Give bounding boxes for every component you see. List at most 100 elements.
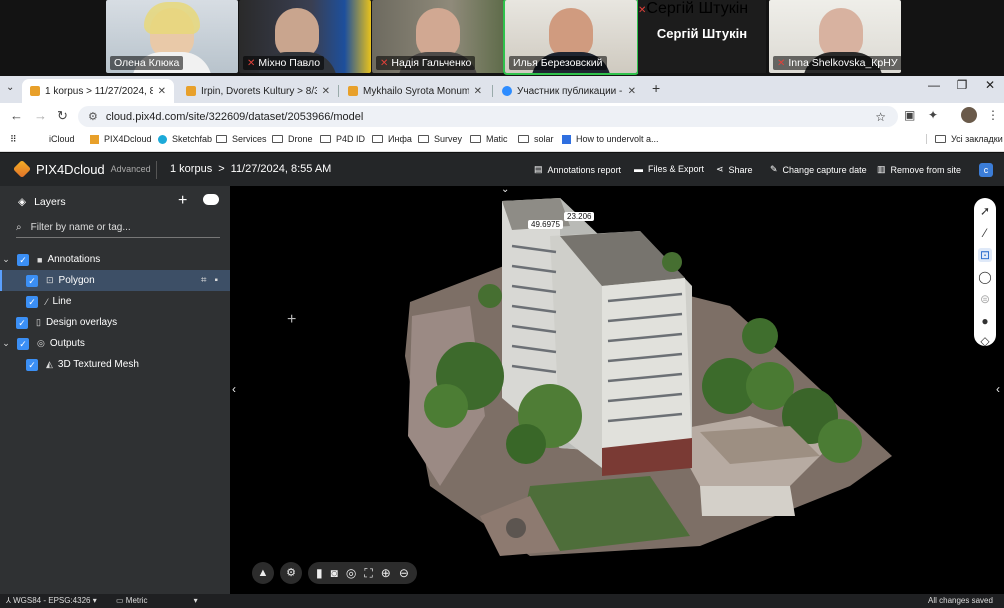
pencil-icon: ✎: [770, 164, 778, 174]
tab-list-icon[interactable]: ⌄: [6, 82, 14, 93]
close-icon[interactable]: ✕: [322, 86, 330, 97]
layer-row-3d-mesh[interactable]: ✓ ◭ 3D Textured Mesh: [0, 354, 230, 375]
participant-tile-no-video[interactable]: Сергій Штукін ✕Сергій Штукін: [638, 0, 766, 73]
pix4dcloud-logo[interactable]: PIX4Dcloud Advanced: [12, 159, 151, 179]
address-bar[interactable]: ⚙ cloud.pix4d.com/site/322609/dataset/20…: [78, 106, 898, 127]
close-icon[interactable]: ✕: [474, 86, 482, 97]
diamond-tool-icon[interactable]: ◇: [978, 334, 992, 348]
volume-tool-icon[interactable]: ⊜: [978, 292, 992, 306]
remove-from-site-button[interactable]: ▥ Remove from site: [877, 164, 961, 175]
zoom-in-icon[interactable]: ⊕: [381, 566, 391, 580]
bookmark-folder-info[interactable]: Инфа: [372, 134, 412, 144]
outputs-checkbox[interactable]: ✓: [17, 337, 29, 350]
collapse-left-icon[interactable]: ‹: [232, 382, 236, 396]
forward-icon[interactable]: →: [34, 108, 47, 123]
layer-row-polygon[interactable]: ✓ ⊡ Polygon ⌗ ▪: [0, 270, 230, 291]
marker-tool-icon[interactable]: ●: [978, 314, 992, 328]
restore-icon[interactable]: ❐: [948, 78, 976, 92]
new-tab-button[interactable]: +: [652, 80, 660, 96]
close-icon[interactable]: ✕: [628, 86, 636, 97]
chevron-down-icon[interactable]: ⌄: [0, 254, 12, 265]
menu-icon[interactable]: ⋮: [987, 108, 999, 122]
layer-row-line[interactable]: ✓ ⁄ Line: [0, 291, 230, 312]
zoom-out-icon[interactable]: ⊖: [399, 566, 409, 580]
extensions-puzzle-icon[interactable]: ✦: [928, 108, 938, 122]
collapse-right-icon[interactable]: ‹: [996, 382, 1000, 396]
sketchfab-icon: [158, 134, 167, 144]
bookmark-undervolt[interactable]: How to undervolt a...: [562, 134, 659, 144]
layers-title: ◈ Layers: [18, 196, 66, 208]
units-selector[interactable]: ▭ Metric ▾: [116, 596, 198, 605]
cloud-upload-icon[interactable]: [203, 194, 219, 205]
compass-icon[interactable]: ▲: [252, 562, 274, 584]
minimize-icon[interactable]: —: [920, 78, 948, 92]
extension-icon[interactable]: ▣: [904, 108, 915, 122]
annotations-checkbox[interactable]: ✓: [17, 253, 29, 266]
chevron-down-icon[interactable]: ⌄: [0, 338, 12, 349]
apps-grid-icon[interactable]: ⠿: [10, 134, 17, 145]
close-icon[interactable]: ✕: [158, 86, 166, 97]
user-avatar[interactable]: c: [979, 163, 993, 177]
line-checkbox[interactable]: ✓: [26, 295, 38, 308]
settings-gear-icon[interactable]: ⚙: [280, 562, 302, 584]
participant-name: ✕Сергій Штукін: [638, 0, 749, 17]
participant-tile-active-speaker[interactable]: Илья Березовский: [503, 0, 639, 75]
files-export-button[interactable]: ▬ Files & Export: [634, 164, 704, 174]
measurement-label: 23.206: [564, 212, 595, 221]
annotations-report-button[interactable]: ▤ Annotations report: [534, 164, 621, 175]
select-cursor-icon[interactable]: ➚: [978, 204, 992, 218]
circle-tool-icon[interactable]: ◯: [978, 270, 992, 284]
layer-filter-input[interactable]: ⌕ Filter by name or tag...: [16, 218, 220, 238]
tab-syrota-monument[interactable]: Mykhailo Syrota Monument > 7/ ✕: [340, 79, 490, 103]
bookmark-folder-matic[interactable]: Matic: [470, 134, 508, 144]
tab-zoom[interactable]: Участник публикации - Zoom ✕: [494, 79, 644, 103]
bookmark-sketchfab[interactable]: Sketchfab: [158, 134, 212, 144]
bookmark-star-icon[interactable]: ☆: [875, 110, 886, 124]
participant-tile[interactable]: ✕ Inna Shelkovska_КрНУ: [769, 0, 901, 73]
delete-icon[interactable]: ▪: [214, 275, 218, 286]
polygon-tool-icon[interactable]: ⊡: [978, 248, 992, 262]
coordinate-system-selector[interactable]: ⅄ WGS84 - EPSG:4326 ▾: [6, 596, 97, 605]
bookmark-pix4dcloud[interactable]: PIX4Dcloud: [90, 134, 152, 144]
line-tool-icon[interactable]: ⁄: [978, 226, 992, 240]
layer-row-design-overlays[interactable]: ✓ ▯ Design overlays: [0, 312, 230, 333]
focus-icon[interactable]: ⌗: [201, 275, 207, 286]
mic-off-icon: ✕: [777, 57, 786, 69]
layer-row-annotations[interactable]: ⌄ ✓ ■ Annotations: [0, 249, 230, 270]
3d-viewer-canvas[interactable]: ⌄ 23.206 49.6975 + ‹ ‹ ➚ ⁄ ⊡ ◯ ⊜ ● ◇ ▲ ⚙…: [230, 186, 1004, 594]
bookmark-view-icon[interactable]: ▮: [316, 566, 323, 580]
design-overlays-checkbox[interactable]: ✓: [16, 316, 28, 329]
folder-icon: [320, 135, 331, 143]
participant-tile[interactable]: ✕ Надія Гальченко: [372, 0, 504, 73]
tab-1-korpus[interactable]: 1 korpus > 11/27/2024, 8:55 AM ✕: [22, 79, 174, 103]
camera-icon[interactable]: ◙: [331, 566, 338, 580]
fit-view-icon[interactable]: ⛶: [364, 566, 372, 581]
bookmark-folder-drone[interactable]: Drone: [272, 134, 313, 144]
bookmark-folder-solar[interactable]: solar: [518, 134, 554, 144]
close-window-icon[interactable]: ✕: [976, 78, 1004, 92]
mesh-checkbox[interactable]: ✓: [26, 358, 38, 371]
participant-tile[interactable]: ✕ Міхно Павло: [239, 0, 371, 73]
breadcrumb-dataset[interactable]: 11/27/2024, 8:55 AM: [231, 163, 332, 175]
back-icon[interactable]: ←: [10, 108, 23, 123]
locate-icon[interactable]: ◎: [346, 566, 356, 580]
layer-row-outputs[interactable]: ⌄ ✓ ◎ Outputs: [0, 333, 230, 354]
bookmark-folder-services[interactable]: Services: [216, 134, 267, 144]
breadcrumb-site[interactable]: 1 korpus: [170, 163, 212, 175]
save-status: All changes saved: [928, 596, 993, 605]
view-controls: ▮ ◙ ◎ ⛶ ⊕ ⊖: [308, 562, 417, 584]
site-info-icon[interactable]: ⚙: [88, 110, 98, 123]
reload-icon[interactable]: ↻: [57, 108, 68, 124]
tab-irpin[interactable]: Irpin, Dvorets Kultury > 8/3/2023 ✕: [178, 79, 338, 103]
share-button[interactable]: ⋖ Share: [716, 164, 753, 175]
add-layer-button[interactable]: +: [178, 192, 187, 210]
bookmark-folder-survey[interactable]: Survey: [418, 134, 462, 144]
participant-tile[interactable]: Олена Клюка: [106, 0, 238, 73]
bookmark-folder-p4d-id[interactable]: P4D ID: [320, 134, 365, 144]
polygon-checkbox[interactable]: ✓: [26, 274, 38, 287]
change-capture-date-button[interactable]: ✎ Change capture date: [770, 164, 867, 175]
all-bookmarks-button[interactable]: Усі закладки: [926, 134, 1003, 144]
profile-avatar[interactable]: [961, 107, 977, 123]
bookmark-icloud[interactable]: iCloud: [44, 134, 75, 144]
chevron-down-icon[interactable]: ⌄: [501, 186, 509, 195]
